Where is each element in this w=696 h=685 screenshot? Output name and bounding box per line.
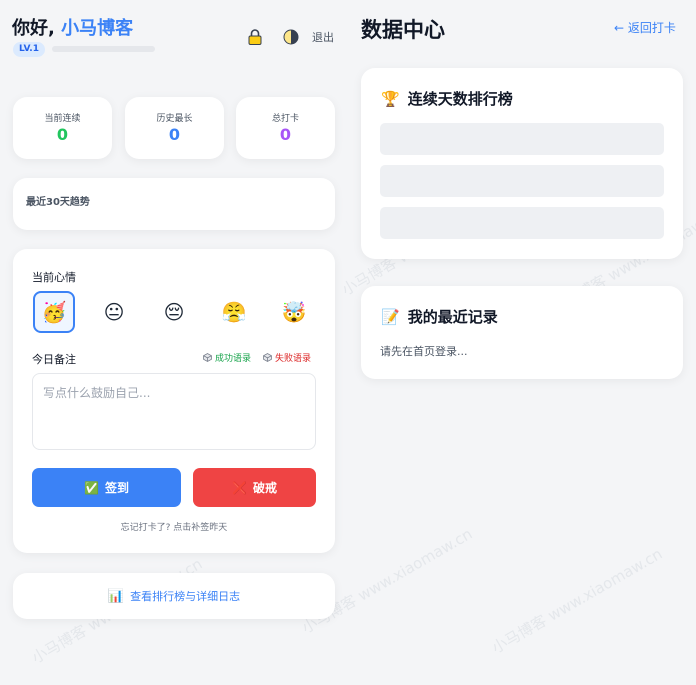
fail-quote-label: 失败语录	[275, 354, 312, 364]
mood-option-sad[interactable]: 😔	[153, 291, 195, 333]
stat-longest-streak: 历史最长 0	[125, 97, 224, 159]
stat-value: 0	[168, 125, 181, 144]
records-header: 📝 我的最近记录	[381, 306, 498, 327]
box-icon	[203, 353, 212, 362]
leaderboard-title: 连续天数排行榜	[407, 90, 513, 108]
stat-value: 0	[56, 125, 69, 144]
half-moon-icon[interactable]	[282, 28, 300, 46]
stat-current-streak: 当前连续 0	[13, 97, 112, 159]
view-leaderboard-label: 查看排行榜与详细日志	[130, 590, 241, 603]
fail-quote-button[interactable]: 失败语录	[263, 351, 311, 364]
stat-label: 当前连续	[44, 114, 81, 124]
check-icon: ✅	[84, 480, 99, 495]
note-input[interactable]	[32, 373, 316, 450]
break-button[interactable]: ❌ 破戒	[193, 468, 316, 507]
makeup-checkin-link[interactable]: 忘记打卡了? 点击补签昨天	[13, 520, 335, 533]
records-title: 我的最近记录	[407, 308, 498, 326]
leaderboard-header: 🏆 连续天数排行榜	[381, 88, 513, 109]
level-progress-bar	[52, 46, 155, 52]
stat-label: 历史最长	[156, 114, 193, 124]
skeleton-row	[380, 207, 664, 239]
trophy-icon: 🏆	[381, 89, 400, 108]
mood-option-party[interactable]: 🥳	[33, 291, 75, 333]
note-title: 今日备注	[32, 353, 76, 366]
greeting-text: 你好,	[12, 18, 62, 39]
memo-icon: 📝	[381, 307, 400, 326]
lock-icon[interactable]	[246, 28, 264, 46]
mood-option-neutral[interactable]: 😐	[93, 291, 135, 333]
cross-icon: ❌	[232, 480, 247, 495]
mood-option-angry[interactable]: 😤	[213, 291, 255, 333]
records-login-hint: 请先在首页登录...	[380, 345, 468, 358]
trend-card: 最近30天趋势	[13, 178, 335, 230]
back-to-checkin-link[interactable]: ← 返回打卡	[614, 19, 676, 36]
recent-records-card: 📝 我的最近记录 请先在首页登录...	[361, 286, 683, 379]
view-leaderboard-button[interactable]: 📊 查看排行榜与详细日志	[13, 573, 335, 619]
stat-total-checkins: 总打卡 0	[236, 97, 335, 159]
logout-link[interactable]: 退出	[312, 29, 334, 45]
box-icon	[263, 353, 272, 362]
break-label: 破戒	[252, 481, 277, 495]
skeleton-row	[380, 165, 664, 197]
stat-label: 总打卡	[271, 114, 299, 124]
success-quote-label: 成功语录	[215, 354, 252, 364]
greeting: 你好, 小马博客	[12, 14, 133, 40]
mood-title: 当前心情	[32, 271, 76, 284]
watermark: 小马博客 www.xiaomaw.cn	[488, 544, 666, 658]
stat-value: 0	[279, 125, 292, 144]
trend-title: 最近30天趋势	[26, 197, 90, 208]
checkin-button[interactable]: ✅ 签到	[32, 468, 181, 507]
skeleton-row	[380, 123, 664, 155]
success-quote-button[interactable]: 成功语录	[203, 351, 251, 364]
chart-icon: 📊	[107, 588, 125, 604]
mood-option-mindblown[interactable]: 🤯	[273, 291, 315, 333]
page-title: 数据中心	[361, 18, 445, 42]
level-badge: LV.1	[13, 42, 45, 57]
brand-name: 小马博客	[61, 18, 134, 39]
checkin-card: 当前心情 🥳 😐 😔 😤 🤯 今日备注 成功语录 失败语录 ✅ 签到 ❌ 破戒 …	[13, 249, 335, 553]
leaderboard-card: 🏆 连续天数排行榜	[361, 68, 683, 259]
checkin-label: 签到	[104, 481, 129, 495]
